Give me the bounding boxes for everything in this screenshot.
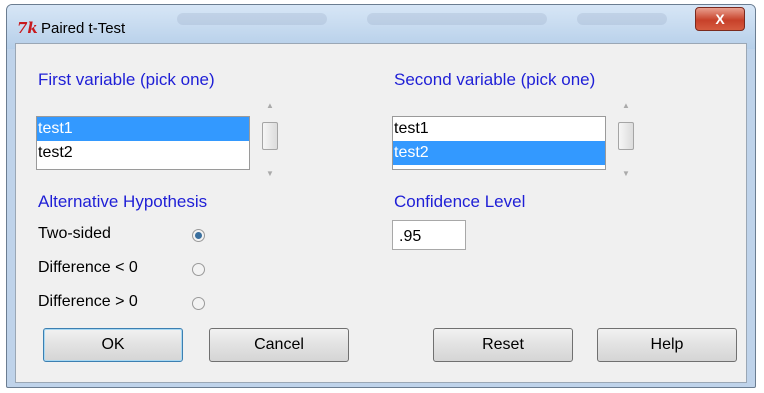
close-button[interactable]: X — [695, 7, 745, 31]
scroll-down-arrow-icon[interactable]: ▼ — [617, 168, 635, 180]
tk-logo-icon: 7k — [17, 19, 38, 37]
alternative-hypothesis-heading: Alternative Hypothesis — [38, 192, 208, 211]
second-variable-item-test2[interactable]: test2 — [393, 141, 605, 165]
second-variable-listbox[interactable]: test1 test2 — [392, 116, 606, 170]
ok-button[interactable]: OK — [43, 328, 183, 362]
option-difference-less-label: Difference < 0 — [38, 259, 138, 276]
title-bar-ghost — [177, 13, 327, 25]
second-variable-item-test1[interactable]: test1 — [393, 117, 605, 141]
second-variable-heading: Second variable (pick one) — [394, 70, 596, 89]
difference-greater-than-zero-radio[interactable] — [192, 297, 205, 310]
difference-less-than-zero-radio[interactable] — [192, 263, 205, 276]
window-title: Paired t-Test — [41, 20, 126, 37]
dialog-content: First variable (pick one) test1 test2 ▲ … — [15, 43, 747, 383]
first-variable-listbox[interactable]: test1 test2 — [36, 116, 250, 170]
first-variable-heading: First variable (pick one) — [38, 70, 215, 89]
second-variable-scrollbar[interactable]: ▲ ▼ — [617, 100, 635, 180]
option-difference-greater-label: Difference > 0 — [38, 293, 138, 310]
option-two-sided-label: Two-sided — [38, 225, 111, 242]
scroll-down-arrow-icon[interactable]: ▼ — [261, 168, 279, 180]
two-sided-radio[interactable] — [192, 229, 205, 242]
confidence-level-heading: Confidence Level — [394, 192, 526, 211]
scroll-thumb[interactable] — [618, 122, 634, 150]
first-variable-item-test2[interactable]: test2 — [37, 141, 249, 165]
first-variable-item-test1[interactable]: test1 — [37, 117, 249, 141]
help-button[interactable]: Help — [597, 328, 737, 362]
title-bar-ghost — [367, 13, 547, 25]
title-bar-ghost — [577, 13, 667, 25]
scroll-up-arrow-icon[interactable]: ▲ — [261, 100, 279, 112]
reset-button[interactable]: Reset — [433, 328, 573, 362]
scroll-thumb[interactable] — [262, 122, 278, 150]
cancel-button[interactable]: Cancel — [209, 328, 349, 362]
confidence-level-input[interactable] — [392, 220, 466, 250]
scroll-up-arrow-icon[interactable]: ▲ — [617, 100, 635, 112]
first-variable-scrollbar[interactable]: ▲ ▼ — [261, 100, 279, 180]
paired-t-test-dialog: 7k Paired t-Test X First variable (pick … — [6, 4, 756, 388]
